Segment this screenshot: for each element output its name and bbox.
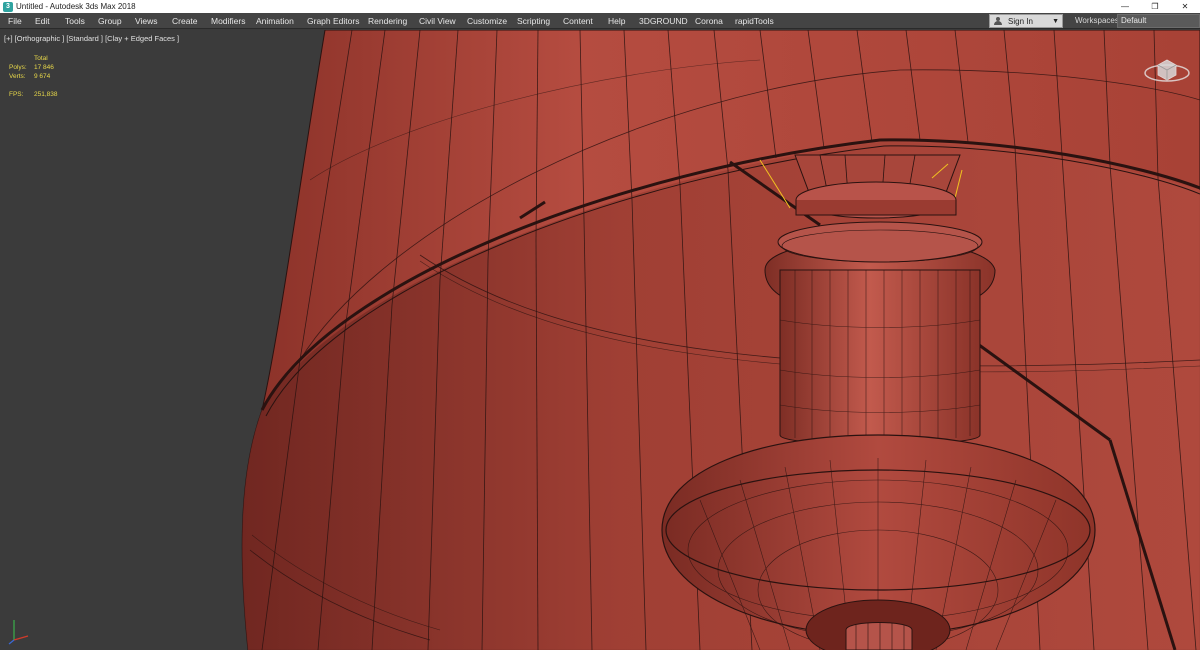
close-button[interactable]: ✕ [1170, 0, 1200, 13]
menu-tools[interactable]: Tools [65, 13, 85, 29]
menu-3dground[interactable]: 3DGROUND [639, 13, 688, 29]
stats-total-label: Total [34, 55, 48, 62]
menu-edit[interactable]: Edit [35, 13, 50, 29]
window-title: Untitled - Autodesk 3ds Max 2018 [16, 2, 136, 11]
menu-civil-view[interactable]: Civil View [419, 13, 456, 29]
menu-file[interactable]: File [8, 13, 22, 29]
stats-fps-label: FPS: [9, 91, 24, 98]
maximize-button[interactable]: ❐ [1140, 0, 1170, 13]
stats-polys-label: Polys: [9, 64, 27, 71]
menu-animation[interactable]: Animation [256, 13, 294, 29]
app-icon: 3 [3, 1, 13, 12]
axis-tripod-icon [6, 614, 36, 646]
workspace-select[interactable]: Default [1117, 14, 1200, 28]
stats-verts-label: Verts: [9, 73, 26, 80]
chevron-down-icon: ▼ [1052, 17, 1059, 25]
menu-corona[interactable]: Corona [695, 13, 723, 29]
menu-modifiers[interactable]: Modifiers [211, 13, 245, 29]
user-icon [994, 17, 1002, 25]
perspective-viewport[interactable]: [+] [Orthographic ] [Standard ] [Clay + … [0, 30, 1200, 650]
menu-group[interactable]: Group [98, 13, 122, 29]
workspaces-label: Workspaces: [1075, 16, 1122, 25]
neck-cylinder [779, 269, 981, 446]
stats-fps-value: 251,838 [34, 91, 58, 98]
scene-render [241, 30, 1200, 650]
menu-content[interactable]: Content [563, 13, 593, 29]
menu-rendering[interactable]: Rendering [368, 13, 407, 29]
statistics-overlay: Total Polys: 17 846 Verts: 9 674 FPS: 25… [9, 54, 58, 99]
stats-verts-value: 9 674 [34, 73, 51, 80]
title-bar: 3 Untitled - Autodesk 3ds Max 2018 — ❐ ✕ [0, 0, 1200, 13]
menu-rapidtools[interactable]: rapidTools [735, 13, 774, 29]
menu-create[interactable]: Create [172, 13, 198, 29]
stats-polys-value: 17 846 [34, 64, 54, 71]
menu-customize[interactable]: Customize [467, 13, 507, 29]
menu-graph-editors[interactable]: Graph Editors [307, 13, 359, 29]
sign-in-dropdown[interactable]: Sign In ▼ [989, 14, 1063, 28]
minimize-button[interactable]: — [1110, 0, 1140, 13]
menu-views[interactable]: Views [135, 13, 158, 29]
sign-in-label: Sign In [1008, 16, 1033, 26]
menu-help[interactable]: Help [608, 13, 625, 29]
window-controls: — ❐ ✕ [1110, 0, 1200, 13]
viewcube-icon[interactable] [1142, 51, 1192, 87]
menu-scripting[interactable]: Scripting [517, 13, 550, 29]
viewport-label[interactable]: [+] [Orthographic ] [Standard ] [Clay + … [4, 34, 179, 43]
socket-collar [795, 181, 957, 219]
